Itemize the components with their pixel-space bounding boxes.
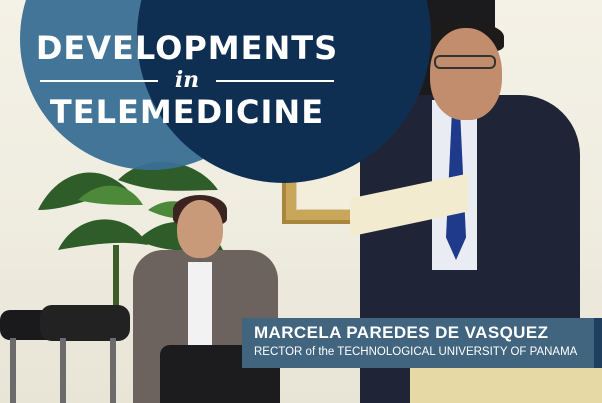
title-developments: DEVELOPMENTS xyxy=(35,29,339,67)
title-rule-right xyxy=(216,80,334,82)
feature-image: DEVELOPMENTS in TELEMEDICINE MARCELA PAR… xyxy=(0,0,602,403)
table-edge xyxy=(410,368,602,403)
man-glasses xyxy=(434,55,496,69)
woman-face xyxy=(177,200,223,258)
title-connector: in xyxy=(22,66,352,94)
caption-role: RECTOR of the TECHNOLOGICAL UNIVERSITY O… xyxy=(254,346,578,358)
caption-banner: MARCELA PAREDES DE VASQUEZ RECTOR of the… xyxy=(242,318,602,368)
caption-name: MARCELA PAREDES DE VASQUEZ xyxy=(254,323,549,342)
title-block: DEVELOPMENTS in TELEMEDICINE xyxy=(22,30,352,130)
man-face xyxy=(430,28,502,120)
title-telemedicine: TELEMEDICINE xyxy=(49,93,325,131)
woman-shirt xyxy=(188,262,212,350)
